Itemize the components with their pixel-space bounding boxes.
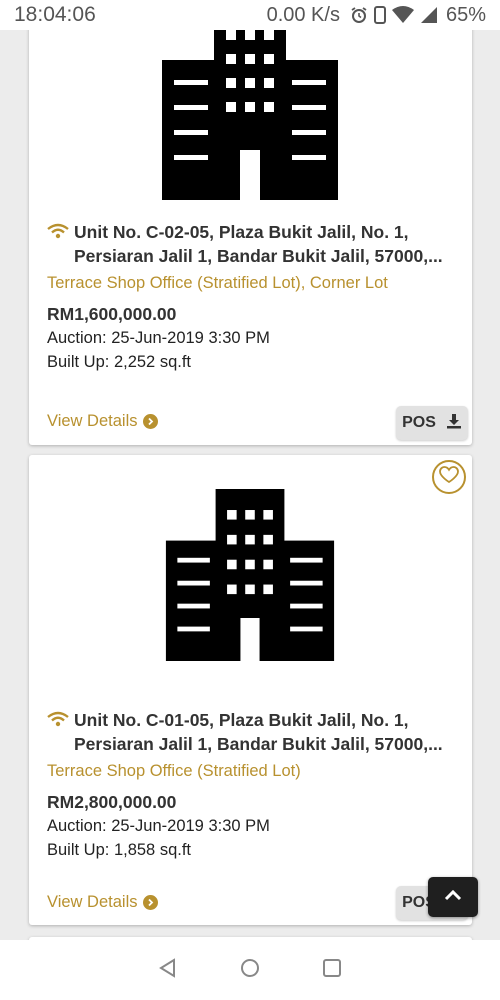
property-type: Terrace Shop Office (Stratified Lot), Co… <box>47 274 388 292</box>
phone-icon <box>373 6 386 24</box>
live-auction-icon <box>47 711 69 727</box>
battery-level: 65% <box>445 3 486 26</box>
built-up: Built Up: 1,858 sq.ft <box>47 841 191 859</box>
live-auction-icon <box>47 223 69 239</box>
recents-icon[interactable] <box>321 957 343 984</box>
auction-date: Auction: 25-Jun-2019 3:30 PM <box>47 817 270 835</box>
view-details-link[interactable]: View Details <box>47 890 159 914</box>
system-nav-bar <box>0 940 500 1000</box>
alarm-icon <box>350 6 368 24</box>
cell-signal-icon <box>420 6 438 24</box>
scroll-to-top-button[interactable] <box>428 877 478 917</box>
chevron-right-icon <box>143 894 159 910</box>
home-icon[interactable] <box>239 957 261 984</box>
property-type: Terrace Shop Office (Stratified Lot) <box>47 762 301 780</box>
listing-info: Unit No. C-01-05, Plaza Bukit Jalil, No.… <box>47 708 454 862</box>
listing-info: Unit No. C-02-05, Plaza Bukit Jalil, No.… <box>47 220 454 374</box>
download-icon <box>446 413 462 434</box>
listing-card[interactable]: Unit No. C-02-05, Plaza Bukit Jalil, No.… <box>29 30 472 445</box>
chevron-right-icon <box>143 413 159 429</box>
listing-title[interactable]: Unit No. C-02-05, Plaza Bukit Jalil, No.… <box>74 220 454 268</box>
listing-feed[interactable]: Unit No. C-02-05, Plaza Bukit Jalil, No.… <box>0 30 500 940</box>
auction-date: Auction: 25-Jun-2019 3:30 PM <box>47 329 270 347</box>
status-bar: 18:04:06 0.00 K/s 65% <box>0 0 500 30</box>
listing-title[interactable]: Unit No. C-01-05, Plaza Bukit Jalil, No.… <box>74 708 454 756</box>
listing-card[interactable]: Unit No. C-01-05, Plaza Bukit Jalil, No.… <box>29 455 472 925</box>
listing-price: RM2,800,000.00 <box>47 792 177 812</box>
view-details-label: View Details <box>47 892 138 911</box>
favorite-button[interactable] <box>432 460 466 494</box>
view-details-label: View Details <box>47 411 138 430</box>
view-details-link[interactable]: View Details <box>47 409 159 433</box>
net-speed: 0.00 K/s <box>266 3 340 26</box>
listing-price: RM1,600,000.00 <box>47 304 177 324</box>
heart-icon <box>439 465 459 489</box>
building-icon <box>162 30 338 200</box>
back-icon[interactable] <box>157 957 179 984</box>
pos-label: POS <box>402 414 436 431</box>
built-up: Built Up: 2,252 sq.ft <box>47 353 191 371</box>
status-icons: 0.00 K/s 65% <box>267 4 486 27</box>
status-time: 18:04:06 <box>14 3 96 26</box>
building-icon <box>165 489 335 661</box>
pos-download-button[interactable]: POS <box>396 406 468 440</box>
wifi-signal-icon <box>391 6 414 24</box>
chevron-up-icon <box>444 888 462 906</box>
